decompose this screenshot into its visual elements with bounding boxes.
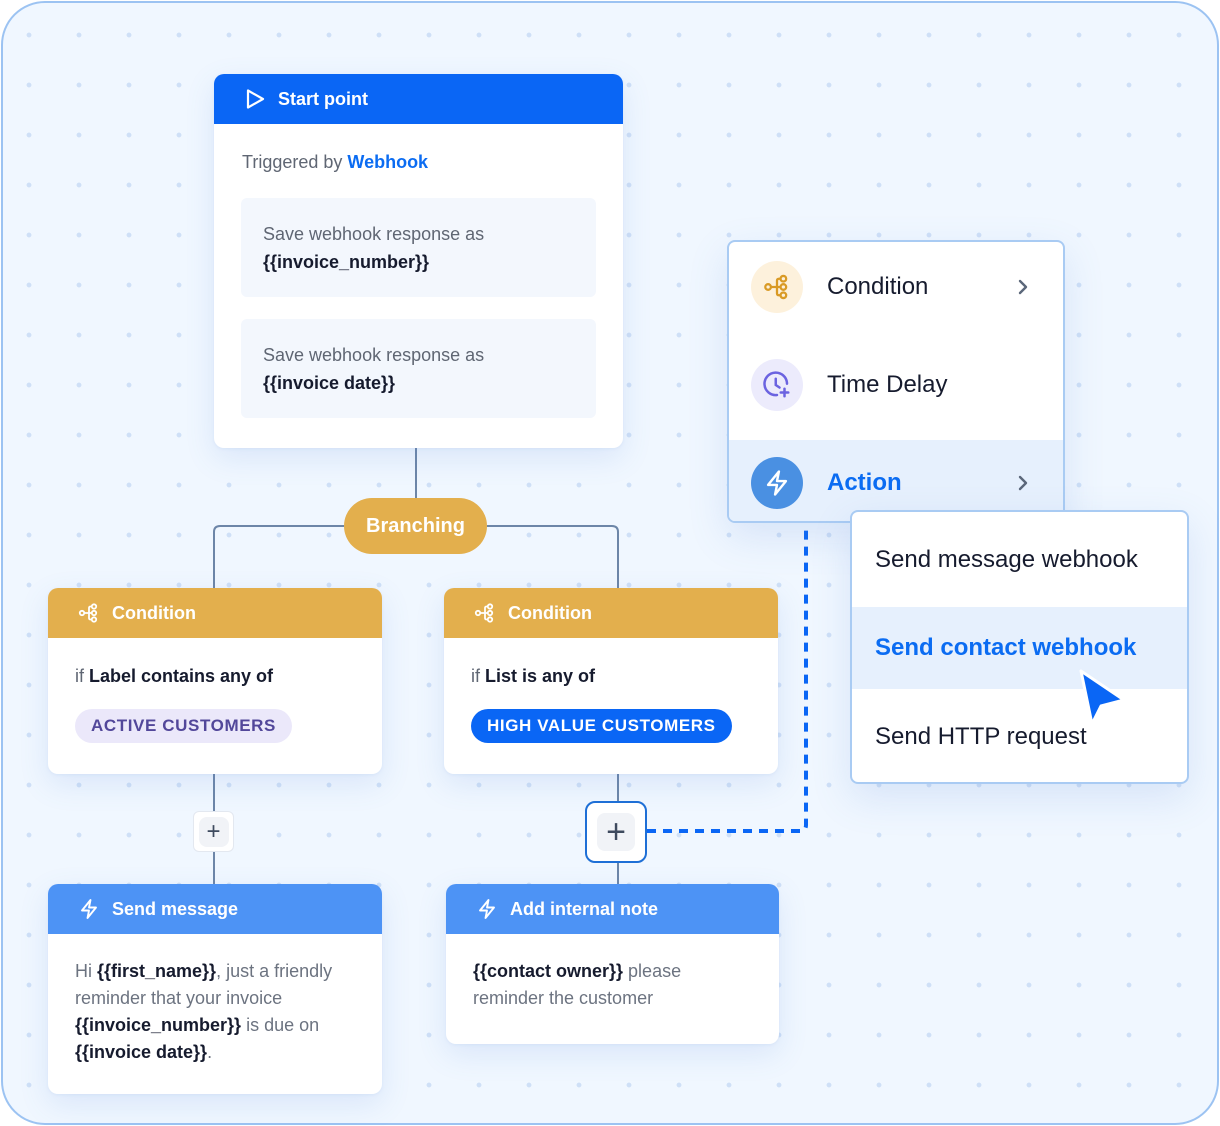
condition-rule: if List is any of <box>471 666 778 687</box>
send-message-card[interactable]: Send message Hi {{first_name}}, just a f… <box>48 884 382 1094</box>
template-variable: {{contact owner}} <box>473 961 624 981</box>
condition-rule-text: Label contains any of <box>89 666 274 686</box>
template-variable: {{first_name}} <box>97 961 217 981</box>
body-text: . <box>207 1042 213 1062</box>
body-text: Hi <box>75 961 97 981</box>
mouse-cursor-icon <box>1079 669 1126 726</box>
action-submenu: Send message webhook Send contact webhoo… <box>850 510 1189 784</box>
play-icon <box>244 88 266 110</box>
add-step-button-active[interactable]: + <box>585 801 647 863</box>
condition-card[interactable]: Condition if Label contains any of ACTIV… <box>48 588 382 774</box>
action-title: Send message <box>112 898 239 919</box>
branch-icon <box>78 602 100 624</box>
if-keyword: if <box>75 666 84 686</box>
condition-rule-text: List is any of <box>485 666 596 686</box>
lightning-icon <box>751 456 803 509</box>
plus-icon: + <box>198 816 229 847</box>
start-point-card[interactable]: Start point Triggered by Webhook Save we… <box>214 74 623 448</box>
lightning-icon <box>78 898 100 920</box>
start-point-header: Start point <box>214 74 623 124</box>
branch-icon <box>751 261 803 313</box>
condition-title: Condition <box>112 602 196 623</box>
condition-tag[interactable]: ACTIVE CUSTOMERS <box>75 709 292 743</box>
condition-title: Condition <box>508 602 592 623</box>
internal-note-card[interactable]: Add internal note {{contact owner}} plea… <box>446 884 779 1044</box>
condition-header: Condition <box>48 588 382 638</box>
save-rule-variable: {{invoice_number}} <box>263 252 430 272</box>
action-title: Add internal note <box>510 898 658 919</box>
save-rule-label: Save webhook response as <box>263 345 485 365</box>
plus-icon: + <box>597 813 635 851</box>
start-point-title: Start point <box>278 88 368 109</box>
condition-header: Condition <box>444 588 778 638</box>
menu-item-time-delay[interactable]: Time Delay <box>729 340 1063 430</box>
template-variable: {{invoice_number}} <box>75 1015 242 1035</box>
save-rule-label: Save webhook response as <box>263 224 485 244</box>
trigger-source-link[interactable]: Webhook <box>347 152 428 172</box>
action-header: Send message <box>48 884 382 934</box>
save-response-rule[interactable]: Save webhook response as {{invoice_numbe… <box>241 198 596 297</box>
message-body: Hi {{first_name}}, just a friendly remin… <box>75 958 355 1066</box>
action-header: Add internal note <box>446 884 779 934</box>
branch-icon <box>474 602 496 624</box>
condition-card[interactable]: Condition if List is any of HIGH VALUE C… <box>444 588 778 774</box>
note-body: {{contact owner}} please reminder the cu… <box>473 958 752 1012</box>
submenu-item-send-http-request[interactable]: Send HTTP request <box>852 689 1187 782</box>
menu-item-label: Action <box>827 468 902 496</box>
if-keyword: if <box>471 666 480 686</box>
save-rule-variable: {{invoice date}} <box>263 373 396 393</box>
chevron-right-icon <box>1013 473 1033 493</box>
menu-item-label: Time Delay <box>827 371 948 398</box>
node-type-menu: Condition Time Delay Action <box>727 240 1065 523</box>
condition-tag[interactable]: HIGH VALUE CUSTOMERS <box>471 709 732 743</box>
add-step-button[interactable]: + <box>193 811 234 852</box>
lightning-icon <box>476 898 498 920</box>
body-text: is due on <box>241 1015 320 1035</box>
submenu-item-send-contact-webhook[interactable]: Send contact webhook <box>852 607 1187 689</box>
submenu-item-send-message-webhook[interactable]: Send message webhook <box>852 512 1187 607</box>
save-response-rule[interactable]: Save webhook response as {{invoice date}… <box>241 319 596 418</box>
template-variable: {{invoice date}} <box>75 1042 208 1062</box>
clock-plus-icon <box>751 359 803 411</box>
menu-item-label: Condition <box>827 273 929 300</box>
condition-rule: if Label contains any of <box>75 666 382 687</box>
menu-item-condition[interactable]: Condition <box>729 242 1063 332</box>
branching-node[interactable]: Branching <box>344 498 487 554</box>
trigger-description: Triggered by Webhook <box>242 152 623 173</box>
chevron-right-icon <box>1013 277 1033 297</box>
trigger-prefix: Triggered by <box>242 152 343 172</box>
